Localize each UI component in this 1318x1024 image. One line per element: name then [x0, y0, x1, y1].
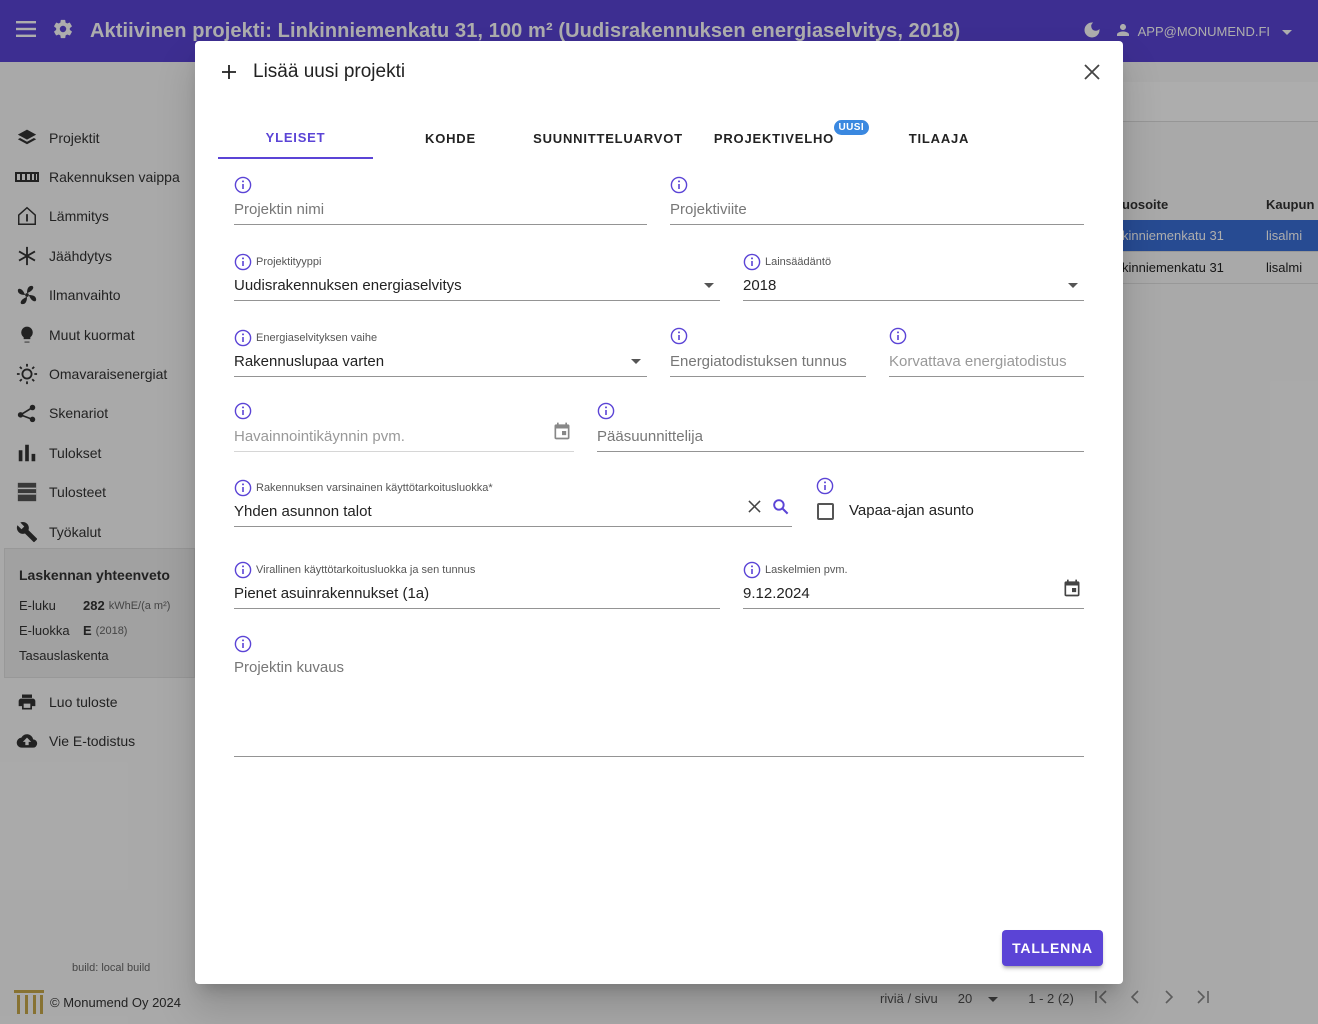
field-label-text: Virallinen käyttötarkoitusluokka ja sen … — [256, 564, 476, 576]
tab-kohde[interactable]: KOHDE — [373, 117, 528, 159]
chief-designer-placeholder: Pääsuunnittelija — [597, 428, 703, 445]
tab-projektivelho[interactable]: PROJEKTIVELHO UUSI — [688, 117, 874, 159]
inspection-date-placeholder: Havainnointikäynnin pvm. — [234, 428, 405, 445]
project-name-field[interactable]: Projektin nimi — [234, 176, 647, 225]
info-icon[interactable] — [670, 176, 688, 194]
building-use-class-label: Rakennuksen varsinainen käyttötarkoitusl… — [234, 479, 493, 497]
field-label-text: Rakennuksen varsinainen käyttötarkoitusl… — [256, 482, 493, 494]
project-description-field[interactable]: Projektin kuvaus — [234, 635, 1084, 757]
tab-label: TILAAJA — [908, 130, 970, 146]
calendar-icon[interactable] — [552, 421, 572, 446]
info-icon[interactable] — [234, 253, 252, 271]
info-icon[interactable] — [234, 561, 252, 579]
certificate-id-placeholder: Energiatodistuksen tunnus — [670, 353, 847, 370]
dropdown-arrow-icon — [1068, 283, 1078, 288]
search-icon[interactable] — [771, 497, 790, 521]
tab-label: KOHDE — [425, 130, 476, 146]
save-button[interactable]: TALLENNA — [1002, 930, 1103, 966]
info-icon[interactable] — [889, 327, 907, 345]
building-use-class-field[interactable]: Rakennuksen varsinainen käyttötarkoitusl… — [234, 474, 792, 527]
dropdown-arrow-icon — [704, 283, 714, 288]
field-label-text: Projektityyppi — [256, 256, 322, 268]
tab-label: PROJEKTIVELHO — [713, 130, 835, 146]
official-use-class-label: Virallinen käyttötarkoitusluokka ja sen … — [234, 561, 475, 579]
calculation-date-field[interactable]: Laskelmien pvm. 9.12.2024 — [743, 556, 1084, 609]
info-icon[interactable] — [234, 176, 252, 194]
replaced-certificate-field[interactable]: Korvattava energiatodistus — [889, 327, 1084, 377]
info-icon[interactable] — [743, 253, 761, 271]
inspection-date-field[interactable]: Havainnointikäynnin pvm. — [234, 402, 574, 452]
field-actions — [748, 497, 790, 521]
dialog-header: Lisää uusi projekti — [195, 41, 1123, 105]
field-label-text: Laskelmien pvm. — [765, 564, 848, 576]
new-project-dialog: Lisää uusi projekti YLEISET KOHDE SUUNNI… — [195, 41, 1123, 984]
building-use-class-value: Yhden asunnon talot — [234, 503, 372, 520]
calendar-icon[interactable] — [1062, 578, 1082, 603]
project-type-select[interactable]: Projektityyppi Uudisrakennuksen energias… — [234, 248, 720, 301]
info-icon[interactable] — [234, 402, 252, 420]
project-type-label: Projektityyppi — [234, 253, 321, 271]
tab-label: YLEISET — [265, 129, 326, 145]
info-icon[interactable] — [234, 329, 252, 347]
legislation-label: Lainsäädäntö — [743, 253, 831, 271]
tab-tilaaja[interactable]: TILAAJA — [874, 117, 1004, 159]
calculation-date-value: 9.12.2024 — [743, 585, 810, 602]
energy-report-phase-select[interactable]: Energiaselvityksen vaihe Rakennuslupaa v… — [234, 324, 647, 377]
vacation-home-label: Vapaa-ajan asunto — [849, 502, 974, 519]
official-use-class-field[interactable]: Virallinen käyttötarkoitusluokka ja sen … — [234, 556, 720, 609]
info-icon[interactable] — [816, 477, 834, 495]
info-icon[interactable] — [234, 479, 252, 497]
project-reference-placeholder: Projektiviite — [670, 201, 747, 218]
project-name-placeholder: Projektin nimi — [234, 201, 325, 218]
calculation-date-label: Laskelmien pvm. — [743, 561, 848, 579]
dialog-title: Lisää uusi projekti — [253, 61, 406, 82]
official-use-class-value: Pienet asuinrakennukset (1a) — [234, 585, 430, 602]
tab-yleiset[interactable]: YLEISET — [218, 117, 373, 159]
info-icon[interactable] — [670, 327, 688, 345]
dropdown-arrow-icon — [631, 359, 641, 364]
energy-report-phase-value: Rakennuslupaa varten — [234, 353, 385, 370]
project-reference-field[interactable]: Projektiviite — [670, 176, 1084, 225]
chief-designer-field[interactable]: Pääsuunnittelija — [597, 402, 1084, 452]
tab-suunnitteluarvot[interactable]: SUUNNITTELUARVOT — [528, 117, 688, 159]
legislation-select[interactable]: Lainsäädäntö 2018 — [743, 248, 1084, 301]
project-type-value: Uudisrakennuksen energiaselvitys — [234, 277, 462, 294]
info-icon[interactable] — [234, 635, 252, 653]
clear-icon[interactable] — [748, 500, 761, 518]
close-icon — [1084, 64, 1100, 80]
info-icon[interactable] — [597, 402, 615, 420]
close-button[interactable] — [1083, 63, 1103, 83]
field-label-text: Energiaselvityksen vaihe — [256, 332, 378, 344]
replaced-certificate-placeholder: Korvattava energiatodistus — [889, 353, 1067, 370]
plus-icon — [221, 64, 237, 85]
certificate-id-field[interactable]: Energiatodistuksen tunnus — [670, 327, 866, 377]
tab-label: SUUNNITTELUARVOT — [533, 130, 683, 146]
new-badge: UUSI — [833, 120, 869, 135]
legislation-value: 2018 — [743, 277, 777, 294]
field-label-text: Lainsäädäntö — [765, 256, 832, 268]
vacation-home-checkbox[interactable] — [817, 503, 834, 520]
energy-report-phase-label: Energiaselvityksen vaihe — [234, 329, 377, 347]
dialog-tabs: YLEISET KOHDE SUUNNITTELUARVOT PROJEKTIV… — [218, 117, 1004, 159]
info-icon[interactable] — [743, 561, 761, 579]
project-description-placeholder: Projektin kuvaus — [234, 659, 345, 676]
